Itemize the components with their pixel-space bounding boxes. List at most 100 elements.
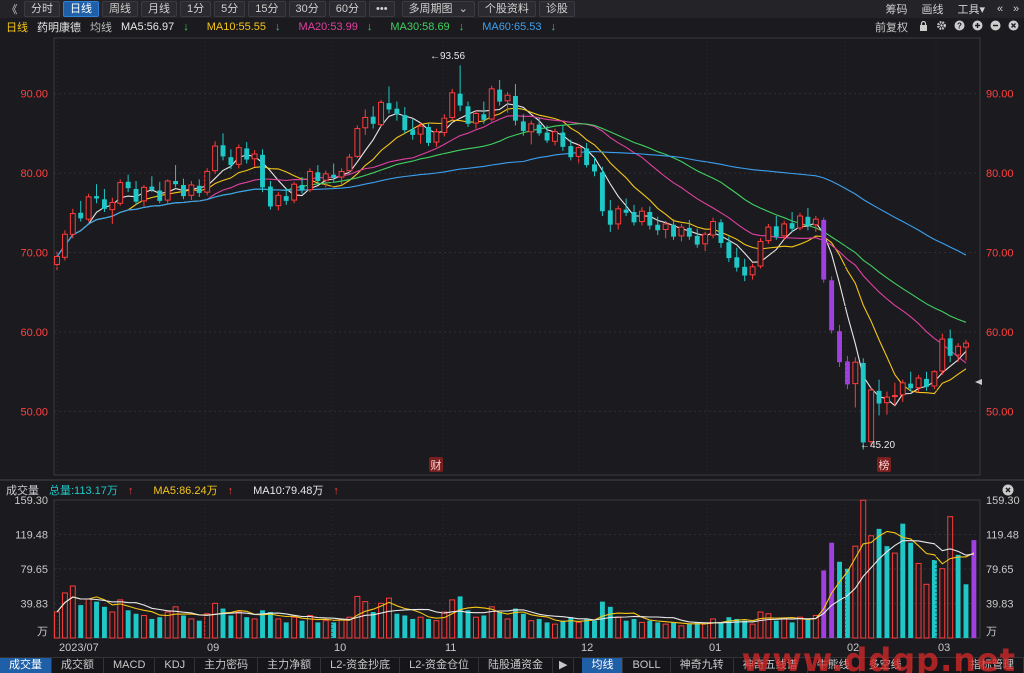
low-price-label: ←45.20 <box>860 440 895 451</box>
candle <box>939 333 946 375</box>
candle-body-down <box>568 146 574 158</box>
zoom-in-icon[interactable] <box>970 20 984 34</box>
tab-l2-position[interactable]: L2-资金仓位 <box>400 657 479 673</box>
candle-body-up <box>291 183 298 201</box>
kline-chart[interactable]: 90.00 90.00 80.00 80.00 70.00 70.00 60.00 60.00… <box>0 0 1024 673</box>
candle-body-down <box>584 148 590 166</box>
collapse-left-icon[interactable]: « <box>992 3 1008 15</box>
candle <box>378 99 385 127</box>
period-tab-4[interactable]: 1分 <box>180 1 212 17</box>
period-tab-3[interactable]: 月线 <box>141 1 177 17</box>
volume-bar-up <box>164 611 171 639</box>
close-icon[interactable] <box>1006 20 1020 34</box>
candle-body-up <box>488 88 495 120</box>
candle <box>196 179 202 197</box>
volume-bar-down <box>726 617 732 638</box>
ma-label[interactable]: 均线 <box>90 19 112 35</box>
period-tab-0[interactable]: 分时 <box>24 1 60 17</box>
tab-kdj[interactable]: KDJ <box>155 657 196 673</box>
lock-icon[interactable] <box>916 20 930 34</box>
tools-button[interactable]: 工具▾ <box>950 1 992 17</box>
back-icon[interactable]: 《 <box>4 1 20 17</box>
candle <box>694 228 700 248</box>
tabs-scroll-right-icon[interactable]: ▶ <box>553 657 575 673</box>
candle-body-down <box>647 212 653 226</box>
volume-bar-up <box>386 597 392 639</box>
candle-body-up <box>765 226 772 242</box>
volume-bar-up <box>891 552 898 639</box>
candle-body-up <box>552 131 558 142</box>
zoom-out-icon[interactable] <box>988 20 1002 34</box>
tab-northbound[interactable]: 陆股通资金 <box>479 657 553 673</box>
volume-bar-up <box>449 599 456 639</box>
candle <box>623 198 629 216</box>
period-tab-6[interactable]: 15分 <box>248 1 286 17</box>
candle <box>212 141 219 174</box>
period-tab-9[interactable]: ••• <box>369 1 395 17</box>
candle <box>655 216 661 236</box>
ma60-line <box>56 151 967 257</box>
stock-info-button[interactable]: 个股资料 <box>477 1 536 17</box>
period-tab-1[interactable]: 日线 <box>63 1 99 17</box>
candle <box>61 230 68 261</box>
candle-body-up <box>164 180 171 201</box>
date-label: 2023/07 <box>59 642 99 654</box>
volume-bar-down <box>655 622 661 638</box>
candle-body-up <box>963 342 969 348</box>
period-tab-8[interactable]: 60分 <box>328 1 366 17</box>
candle <box>331 163 337 182</box>
tab-l2-bottom[interactable]: L2-资金抄底 <box>321 657 401 673</box>
candle-body-down <box>829 280 835 331</box>
draw-line-button[interactable]: 画线 <box>914 1 950 17</box>
tab-magic-nine[interactable]: 神奇九转 <box>671 657 734 673</box>
volume-bar-up <box>860 499 867 639</box>
candle <box>149 176 155 193</box>
adjust-label[interactable]: 前复权 <box>875 19 908 35</box>
candle <box>140 184 147 207</box>
candle-body-down <box>671 224 676 237</box>
candle-body-down <box>686 227 692 237</box>
tab-turnover[interactable]: 成交额 <box>52 657 104 673</box>
candle-body-down <box>220 145 226 157</box>
volume-ma10-value: MA10:79.48万 <box>253 485 324 497</box>
candle <box>678 223 685 242</box>
candle <box>235 144 242 169</box>
candle-body-down <box>655 224 661 231</box>
diagnose-button[interactable]: 诊股 <box>538 1 575 17</box>
candle <box>433 128 440 147</box>
candle-body-down <box>536 124 542 134</box>
ma-value-4: MA60:65.53 ↓ <box>482 21 565 33</box>
tab-main-password[interactable]: 主力密码 <box>195 657 259 673</box>
tab-ma[interactable]: 均线 <box>582 657 624 673</box>
candle-body-up <box>188 184 195 196</box>
tab-volume[interactable]: 成交量 <box>0 657 52 673</box>
candle-body-down <box>908 383 914 389</box>
candle <box>94 184 99 204</box>
period-tab-5[interactable]: 5分 <box>214 1 246 17</box>
multi-period-button[interactable]: 多周期图 ⌄ <box>401 1 475 17</box>
ma-text: MA60:65.53 <box>482 21 542 33</box>
candle-body-down <box>267 186 273 207</box>
period-tab-7[interactable]: 30分 <box>288 1 326 17</box>
event-marker-bg <box>429 457 443 472</box>
tab-main-net[interactable]: 主力净额 <box>258 657 322 673</box>
volume-bar-up <box>354 595 361 639</box>
chips-button[interactable]: 筹码 <box>878 1 914 17</box>
candle <box>228 149 234 170</box>
volume-bar-down <box>647 620 653 638</box>
collapse-right-icon[interactable]: » <box>1008 3 1024 15</box>
candle-body-up <box>109 201 116 211</box>
candle-body-up <box>322 173 329 181</box>
volume-unit-left: 万 <box>37 626 48 638</box>
gear-icon[interactable] <box>934 20 948 34</box>
candle-body-up <box>678 226 685 237</box>
period-tab-2[interactable]: 周线 <box>102 1 138 17</box>
candle <box>362 109 369 135</box>
volume-close-icon[interactable] <box>1002 484 1014 499</box>
volume-bar-down <box>568 617 574 638</box>
help-icon[interactable]: ? <box>952 20 966 34</box>
tab-boll[interactable]: BOLL <box>623 657 671 673</box>
tab-macd[interactable]: MACD <box>104 657 156 673</box>
chevron-down-icon: ⌄ <box>458 3 468 15</box>
event-marker-bg <box>877 457 891 472</box>
